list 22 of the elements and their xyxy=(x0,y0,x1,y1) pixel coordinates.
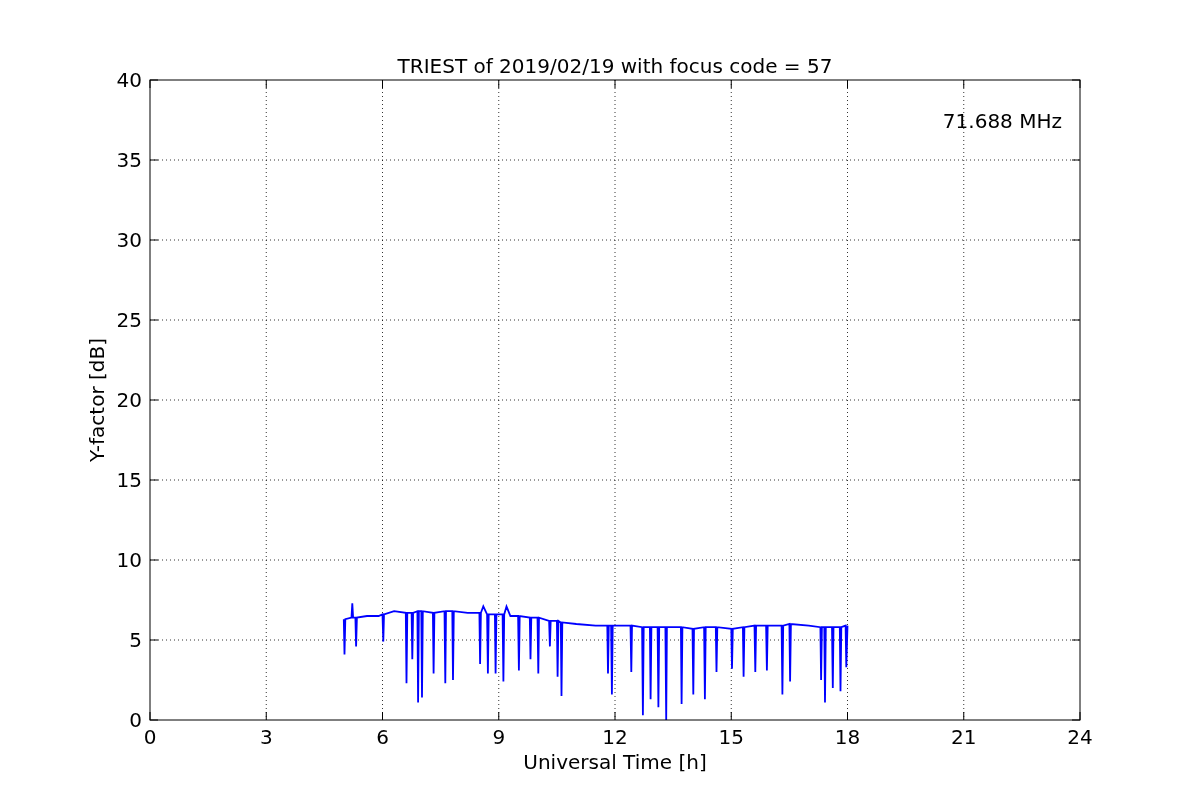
x-tick-label: 18 xyxy=(834,725,861,749)
x-tick-label: 3 xyxy=(259,725,273,749)
x-tick-label: 0 xyxy=(143,725,157,749)
y-tick-label: 20 xyxy=(116,388,142,412)
y-tick-label: 35 xyxy=(116,148,142,172)
y-tick-label: 25 xyxy=(116,308,142,332)
x-tick-label: 21 xyxy=(951,725,977,749)
x-tick-label: 24 xyxy=(1067,725,1093,749)
x-tick-label: 12 xyxy=(602,725,628,749)
y-tick-label: 0 xyxy=(129,708,142,732)
y-tick-label: 15 xyxy=(116,468,142,492)
y-tick-label: 10 xyxy=(116,548,142,572)
y-tick-label: 40 xyxy=(116,68,142,92)
frequency-annotation: 71.688 MHz xyxy=(942,109,1062,133)
x-tick-label: 15 xyxy=(718,725,744,749)
x-tick-label: 9 xyxy=(492,725,506,749)
y-tick-label: 5 xyxy=(129,628,142,652)
y-tick-label: 30 xyxy=(116,228,142,252)
y-axis-label: Y-factor [dB] xyxy=(85,338,109,462)
chart-title: TRIEST of 2019/02/19 with focus code = 57 xyxy=(397,54,833,78)
x-axis-label: Universal Time [h] xyxy=(523,750,707,774)
x-tick-label: 6 xyxy=(376,725,389,749)
